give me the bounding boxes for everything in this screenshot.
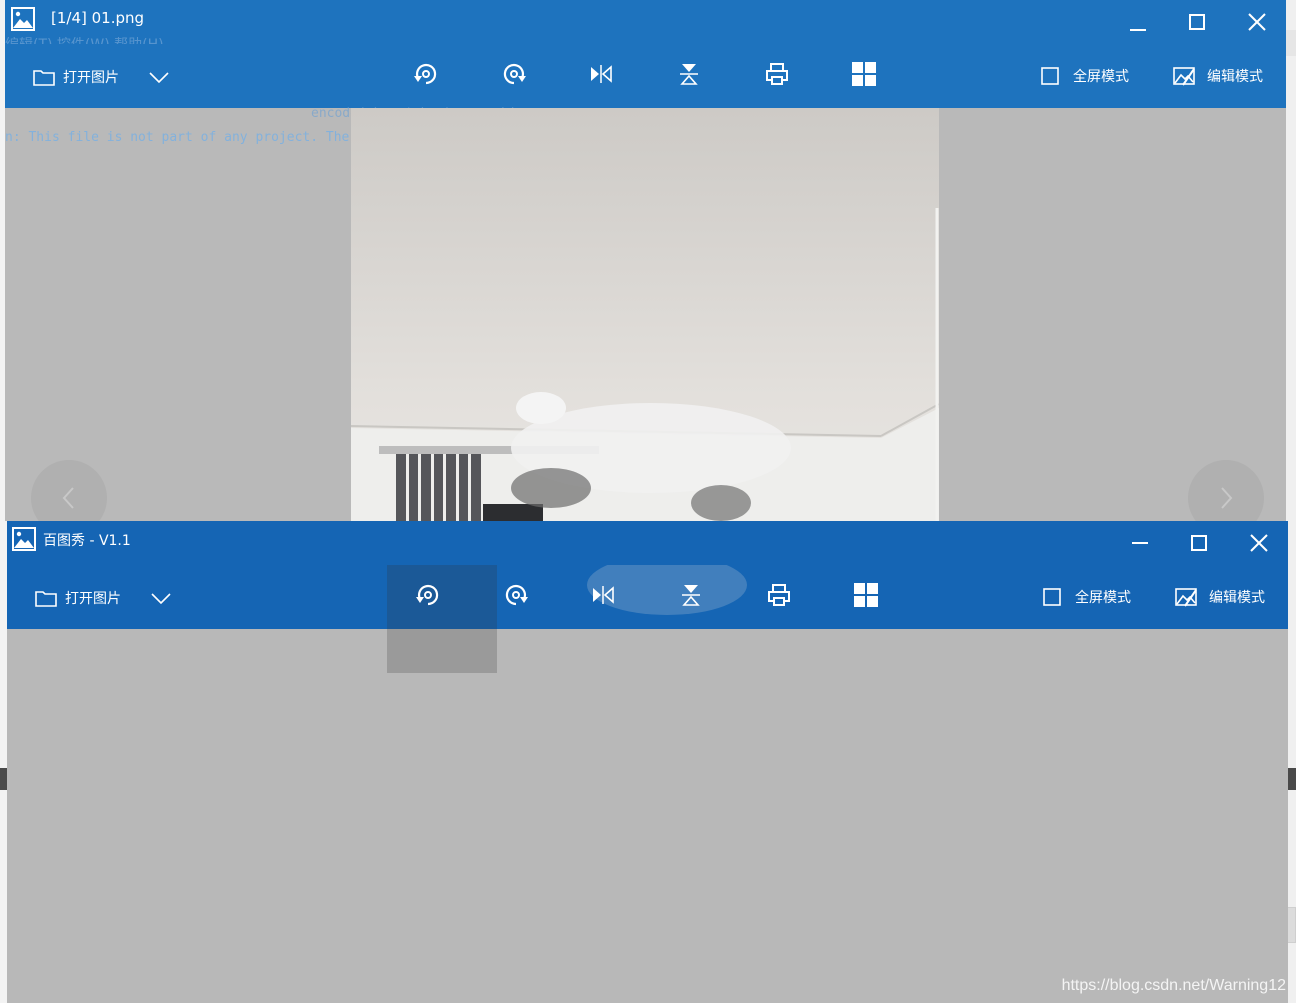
fullscreen-toggle[interactable]: 全屏模式 [1039, 63, 1129, 89]
flip-vertical-button[interactable] [677, 581, 705, 609]
grid-icon [852, 62, 876, 86]
close-button[interactable] [1242, 8, 1272, 36]
minimize-button[interactable] [1125, 529, 1155, 557]
folder-icon [33, 70, 55, 86]
rotate-left-button[interactable] [412, 60, 440, 88]
rotate-left-icon [416, 584, 439, 606]
flip-horizontal-button[interactable] [589, 581, 617, 609]
rotate-right-button[interactable] [500, 60, 528, 88]
minimize-icon [1130, 29, 1146, 31]
grid-view-button[interactable] [852, 581, 880, 609]
chevron-left-icon [62, 487, 74, 509]
folder-icon [35, 591, 57, 607]
main-toolbar: 打开图片 全屏模式 编辑模式 [7, 565, 1288, 673]
fullscreen-label: 全屏模式 [1073, 69, 1129, 85]
print-button[interactable] [765, 581, 793, 609]
print-icon [768, 584, 790, 606]
minimize-icon [1132, 542, 1148, 544]
open-image-label: 打开图片 [65, 591, 121, 607]
checkbox-icon [1043, 588, 1061, 606]
rotate-left-button[interactable] [414, 581, 442, 609]
open-image-button[interactable]: 打开图片 [35, 585, 121, 611]
flip-horizontal-icon [593, 586, 614, 604]
fullscreen-toggle[interactable]: 全屏模式 [1041, 584, 1131, 610]
minimize-button[interactable] [1123, 8, 1153, 36]
csdn-watermark: https://blog.csdn.net/Warning12 [1061, 977, 1286, 994]
image-canvas-empty [7, 629, 1288, 1003]
flip-vertical-button[interactable] [675, 60, 703, 88]
maximize-button[interactable] [1184, 529, 1214, 557]
fullscreen-label: 全屏模式 [1075, 590, 1131, 606]
viewer-titlebar[interactable]: [1/4] 01.png [5, 0, 1286, 44]
close-button[interactable] [1244, 529, 1274, 557]
checkbox-icon [1041, 67, 1059, 85]
rotate-right-icon [505, 584, 528, 606]
flip-horizontal-icon [591, 65, 612, 83]
main-titlebar[interactable]: 百图秀 - V1.1 [7, 521, 1288, 565]
maximize-icon [1189, 14, 1205, 30]
viewer-toolbar: 打开图片 encode(char *char) -> void 全屏模式 编 [5, 44, 1286, 145]
main-app-window: 百图秀 - V1.1 打开图片 全屏模式 编辑模式 [7, 521, 1288, 1003]
next-image-button[interactable] [1188, 460, 1264, 521]
viewer-window-title: [1/4] 01.png [51, 9, 145, 27]
main-window-title: 百图秀 - V1.1 [43, 533, 131, 549]
grid-icon [854, 583, 878, 607]
previous-image-button[interactable] [31, 460, 107, 521]
grid-view-button[interactable] [850, 60, 878, 88]
print-icon [766, 63, 788, 85]
close-icon [1248, 13, 1266, 31]
displayed-photo [351, 108, 939, 521]
open-image-label: 打开图片 [63, 70, 119, 86]
maximize-button[interactable] [1182, 8, 1212, 36]
edit-mode-label: 编辑模式 [1209, 590, 1265, 606]
edit-mode-toggle[interactable]: 编辑模式 [1173, 63, 1263, 89]
edit-image-icon [1175, 588, 1197, 607]
app-image-icon [11, 7, 35, 31]
chevron-right-icon [1221, 487, 1233, 509]
app-image-icon [12, 527, 36, 551]
chevron-down-icon[interactable] [147, 66, 171, 88]
edit-mode-toggle[interactable]: 编辑模式 [1175, 584, 1265, 610]
rotate-right-icon [503, 63, 526, 85]
flip-vertical-icon [680, 64, 698, 85]
flip-vertical-icon [682, 585, 700, 606]
edit-image-icon [1173, 67, 1195, 86]
flip-horizontal-button[interactable] [587, 60, 615, 88]
open-image-button[interactable]: 打开图片 [33, 64, 119, 90]
rotate-left-icon [414, 63, 437, 85]
chevron-down-icon[interactable] [149, 587, 173, 609]
maximize-icon [1191, 535, 1207, 551]
edit-mode-label: 编辑模式 [1207, 69, 1263, 85]
print-button[interactable] [763, 60, 791, 88]
image-viewer-window: [1/4] 01.png 编辑(T) 控件(W) 帮助(H) 打开图片 enco… [5, 0, 1286, 521]
rotate-right-button[interactable] [502, 581, 530, 609]
close-icon [1250, 534, 1268, 552]
